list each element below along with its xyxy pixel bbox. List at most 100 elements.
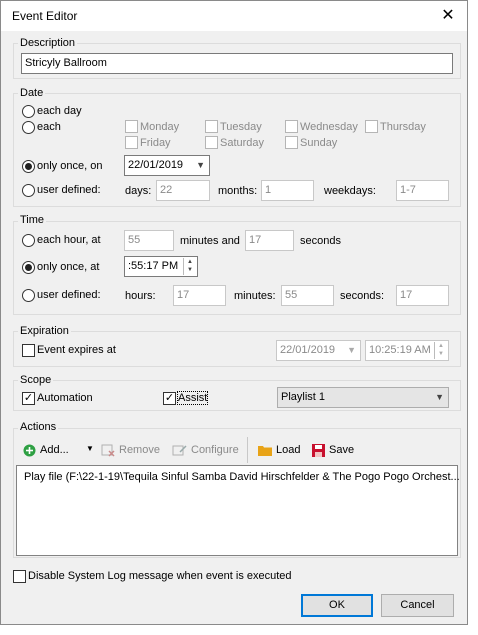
remove-label: Remove <box>119 444 160 456</box>
window-title: Event Editor <box>12 9 78 23</box>
months-label: months: <box>218 185 258 197</box>
checkbox-disable-log[interactable] <box>13 570 26 583</box>
ok-button[interactable]: OK <box>301 594 373 617</box>
save-label: Save <box>329 444 355 456</box>
months-input[interactable]: 1 <box>261 180 314 201</box>
actions-label: Actions <box>18 421 59 433</box>
each-label: each <box>37 121 61 133</box>
time-each-hour-label: each hour, at <box>37 234 101 246</box>
hours-label: hours: <box>125 290 156 302</box>
checkbox-monday[interactable] <box>125 120 138 133</box>
remove-button[interactable]: Remove <box>101 441 160 459</box>
chevron-down-icon: ▼ <box>347 345 356 355</box>
each-day-label: each day <box>37 105 82 117</box>
time-label: Time <box>18 214 47 226</box>
sunday-label: Sunday <box>300 137 338 149</box>
checkbox-event-expires[interactable] <box>22 344 35 357</box>
time-user-defined-label: user defined: <box>37 289 101 301</box>
playlist-value: Playlist 1 <box>281 391 326 403</box>
add-dropdown-arrow-icon[interactable]: ▼ <box>86 444 94 453</box>
event-expires-label: Event expires at <box>37 344 116 356</box>
spin-up-icon[interactable]: ▲ <box>184 258 196 266</box>
checkbox-tuesday[interactable] <box>205 120 218 133</box>
cancel-button[interactable]: Cancel <box>381 594 454 617</box>
expiration-time-picker[interactable]: 10:25:19 AM ▲ ▼ <box>365 340 449 361</box>
automation-label: Automation <box>37 392 93 404</box>
time-only-once-picker[interactable]: :55:17 PM ▲ ▼ <box>124 256 198 277</box>
description-label: Description <box>18 37 78 49</box>
radio-each-day[interactable] <box>22 105 35 118</box>
save-button[interactable]: Save <box>312 441 354 459</box>
toolbar-divider <box>247 437 248 463</box>
time-only-once-label: only once, at <box>37 261 100 273</box>
add-label: Add... <box>40 444 69 456</box>
seconds-field-label: seconds: <box>340 290 385 302</box>
expiration-time-value: 10:25:19 AM <box>369 344 431 356</box>
radio-time-only-once[interactable] <box>22 261 35 274</box>
load-button[interactable]: Load <box>258 441 300 459</box>
save-icon <box>312 443 325 457</box>
chevron-down-icon: ▼ <box>196 160 205 170</box>
configure-icon <box>172 445 187 456</box>
seconds-input[interactable]: 17 <box>396 285 449 306</box>
scope-label: Scope <box>18 374 54 386</box>
disable-log-label: Disable System Log message when event is… <box>28 570 292 582</box>
wednesday-label: Wednesday <box>300 121 358 133</box>
date-only-once-value: 22/01/2019 <box>128 159 184 171</box>
seconds-label: seconds <box>300 235 341 247</box>
spin-down-icon[interactable]: ▼ <box>435 350 447 358</box>
event-editor-window: Event Editor ✕ Description Stricyly Ball… <box>0 0 468 625</box>
folder-icon <box>258 446 272 456</box>
configure-button[interactable]: Configure <box>172 441 239 459</box>
add-button[interactable]: Add... <box>23 441 69 459</box>
radio-date-only-once[interactable] <box>22 160 35 173</box>
minutes-label: minutes: <box>234 290 276 302</box>
add-icon <box>23 444 36 456</box>
radio-each[interactable] <box>22 121 35 134</box>
time-only-once-value: :55:17 PM <box>128 260 179 272</box>
expiration-date-value: 22/01/2019 <box>280 344 336 356</box>
checkbox-thursday[interactable] <box>365 120 378 133</box>
checkbox-automation[interactable]: ✓ <box>22 392 35 405</box>
minutes-input[interactable]: 55 <box>281 285 334 306</box>
checkbox-wednesday[interactable] <box>285 120 298 133</box>
date-user-defined-label: user defined: <box>37 184 101 196</box>
expiration-spin-buttons[interactable]: ▲ ▼ <box>434 342 447 359</box>
list-item[interactable]: Play file (F:\22-1-19\Tequila Sinful Sam… <box>24 471 460 483</box>
friday-label: Friday <box>140 137 171 149</box>
date-label: Date <box>18 87 46 99</box>
hours-input[interactable]: 17 <box>173 285 226 306</box>
each-hour-seconds-input[interactable]: 17 <box>245 230 294 251</box>
days-label: days: <box>125 185 152 197</box>
days-input[interactable]: 22 <box>156 180 210 201</box>
saturday-label: Saturday <box>220 137 265 149</box>
checkbox-saturday[interactable] <box>205 136 218 149</box>
chevron-down-icon: ▼ <box>435 392 444 402</box>
spin-buttons[interactable]: ▲ ▼ <box>183 258 196 275</box>
playlist-dropdown[interactable]: Playlist 1 ▼ <box>277 387 449 408</box>
tuesday-label: Tuesday <box>220 121 262 133</box>
description-input[interactable]: Stricyly Ballroom <box>21 53 453 74</box>
monday-label: Monday <box>140 121 180 133</box>
close-icon[interactable]: ✕ <box>437 5 459 27</box>
spin-up-icon[interactable]: ▲ <box>435 342 447 350</box>
spin-down-icon[interactable]: ▼ <box>184 266 196 274</box>
date-only-once-label: only once, on <box>37 160 103 172</box>
weekdays-input[interactable]: 1-7 <box>396 180 449 201</box>
title-bar: Event Editor ✕ <box>1 1 467 31</box>
date-only-once-picker[interactable]: 22/01/2019 ▼ <box>124 155 210 176</box>
checkbox-assist[interactable]: ✓ <box>163 392 176 405</box>
remove-icon <box>101 444 115 457</box>
minutes-and-label: minutes and <box>180 235 240 247</box>
each-hour-minutes-input[interactable]: 55 <box>124 230 174 251</box>
radio-time-each-hour[interactable] <box>22 234 35 247</box>
radio-time-user-defined[interactable] <box>22 289 35 302</box>
weekdays-label: weekdays: <box>324 185 376 197</box>
actions-list[interactable]: Play file (F:\22-1-19\Tequila Sinful Sam… <box>16 465 460 556</box>
checkbox-friday[interactable] <box>125 136 138 149</box>
assist-label: Assist <box>176 391 209 405</box>
expiration-date-picker[interactable]: 22/01/2019 ▼ <box>276 340 361 361</box>
checkbox-sunday[interactable] <box>285 136 298 149</box>
thursday-label: Thursday <box>380 121 426 133</box>
radio-date-user-defined[interactable] <box>22 184 35 197</box>
